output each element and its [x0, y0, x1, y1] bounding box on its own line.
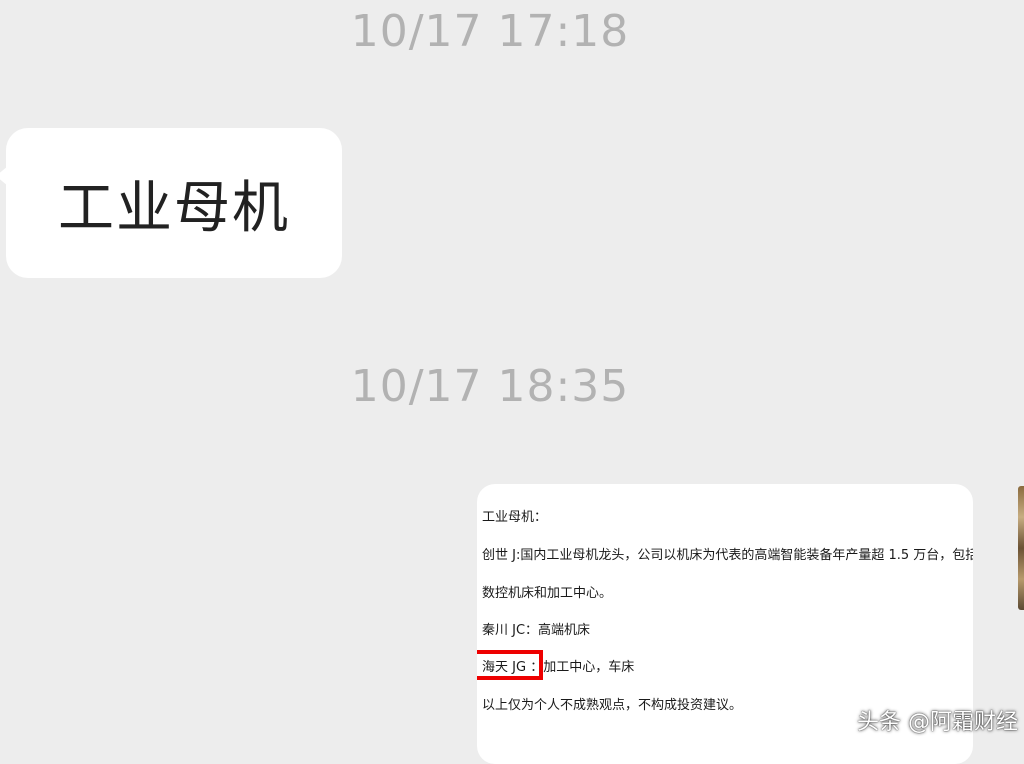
doc-line-company-1-cont: 数控机床和加工中心。 — [482, 586, 613, 601]
doc-line-company-3-desc: ：加工中心，车床 — [530, 660, 635, 675]
doc-line-disclaimer: 以上仅为个人不成熟观点，不构成投资建议。 — [482, 698, 743, 713]
doc-line-company-1: 创世 J:国内工业母机龙头，公司以机床为代表的高端智能装备年产量超 1.5 万台… — [482, 548, 973, 563]
doc-line-company-3: 海天 JG ：加工中心，车床 — [477, 650, 635, 680]
timestamp-2: 10/17 18:35 — [350, 361, 630, 412]
bubble-tail — [0, 166, 8, 186]
doc-line-title: 工业母机： — [482, 510, 548, 525]
watermark: 头条 @阿霜财经 — [857, 710, 1018, 735]
message-bubble-text[interactable]: 工业母机 — [0, 128, 342, 278]
doc-line-company-2: 秦川 JC：高端机床 — [482, 623, 591, 638]
message-text: 工业母机 — [58, 175, 290, 241]
timestamp-1: 10/17 17:18 — [350, 6, 630, 57]
avatar-edge[interactable] — [1018, 486, 1024, 610]
red-highlight-box — [477, 650, 543, 680]
highlighted-company: 海天 JG — [477, 650, 543, 680]
